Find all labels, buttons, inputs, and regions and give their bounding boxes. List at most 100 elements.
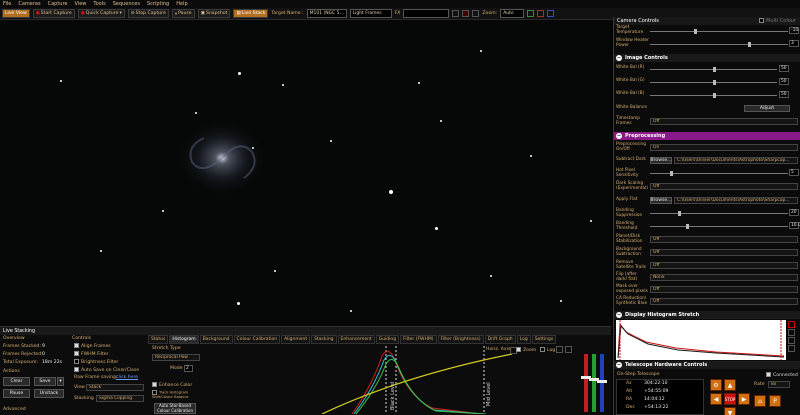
- collapse-icon[interactable]: −: [616, 55, 622, 61]
- menu-tools[interactable]: Tools: [93, 1, 105, 7]
- menu-help[interactable]: Help: [176, 1, 187, 7]
- stretch-type-select[interactable]: Reciprocal Pow: [152, 354, 200, 361]
- preprocessing-header[interactable]: − Preprocessing: [614, 132, 800, 140]
- view-select[interactable]: Stack: [86, 384, 144, 391]
- close-icon[interactable]: [788, 321, 795, 328]
- target-name-input[interactable]: M101 (NGC 5…: [306, 9, 347, 18]
- zoom-select[interactable]: Auto: [500, 9, 525, 18]
- planet-disk-select[interactable]: Off: [650, 236, 798, 243]
- white-bal-b-slider[interactable]: [650, 93, 777, 98]
- browse-dark-button[interactable]: Browse...: [650, 157, 672, 164]
- white-bal-b-field[interactable]: 50: [779, 91, 789, 98]
- live-view-button[interactable]: Live View: [2, 9, 30, 18]
- hot-pixel-field[interactable]: 5: [789, 169, 799, 176]
- unstack-button[interactable]: Unstack: [34, 389, 64, 398]
- slider-thumb[interactable]: [713, 93, 716, 98]
- arrow-down-icon[interactable]: ▼: [724, 407, 736, 415]
- flip-select[interactable]: None: [650, 274, 798, 281]
- quick-capture-button[interactable]: ● Quick Capture ▾: [77, 9, 125, 18]
- remove-satellite-select[interactable]: Off: [650, 262, 798, 269]
- settings-icon[interactable]: ⚙: [710, 379, 722, 391]
- pause-stack-button[interactable]: Pause: [3, 389, 30, 398]
- pin-icon[interactable]: [547, 10, 555, 17]
- tab-background[interactable]: Background: [199, 335, 233, 344]
- preproc-onoff-select[interactable]: On: [650, 144, 798, 151]
- window-heater-field[interactable]: 3: [789, 40, 799, 47]
- menu-view[interactable]: View: [75, 1, 87, 7]
- camera-controls-header[interactable]: Camera Controls Multi Colour: [614, 17, 800, 25]
- park-icon[interactable]: P: [769, 395, 781, 407]
- slider-thumb[interactable]: [713, 80, 716, 85]
- home-icon[interactable]: ⌂: [754, 395, 766, 407]
- slider-thumb[interactable]: [597, 380, 607, 383]
- tab-colour-calibration[interactable]: Colour Calibration: [233, 335, 281, 344]
- timestamp-frames-select[interactable]: Off: [650, 118, 798, 125]
- tab-histogram[interactable]: Histogram: [169, 335, 199, 344]
- record-small-icon[interactable]: [537, 10, 545, 17]
- record-box-icon[interactable]: [462, 10, 470, 17]
- ca-reduction-select[interactable]: Off: [650, 298, 798, 305]
- collapse-icon[interactable]: −: [616, 312, 622, 318]
- brightness-filter-checkbox[interactable]: Brightness Filter: [74, 359, 118, 365]
- stop-button[interactable]: STOP: [724, 393, 736, 405]
- clear-button[interactable]: Clear: [3, 377, 30, 386]
- tab-enhancement[interactable]: Enhancement: [337, 335, 375, 344]
- multi-colour-checkbox[interactable]: Multi Colour: [759, 18, 796, 24]
- hot-pixel-slider[interactable]: [650, 171, 788, 176]
- banding-threshold-field[interactable]: 10.0: [789, 222, 800, 229]
- zoom-checkbox[interactable]: Zoom: [516, 347, 536, 353]
- tab-guiding[interactable]: Guiding: [375, 335, 400, 344]
- arrow-left-icon[interactable]: ◀: [710, 393, 722, 405]
- slider-thumb[interactable]: [694, 29, 697, 34]
- auto-star-colour-calibration-button[interactable]: Auto Star-Based Colour Calibration: [154, 403, 196, 414]
- undo-icon[interactable]: [556, 346, 563, 353]
- start-capture-button[interactable]: ● Start Capture: [32, 9, 75, 18]
- slider-thumb[interactable]: [713, 67, 716, 72]
- slider-thumb[interactable]: [748, 42, 751, 47]
- frame-icon[interactable]: [452, 10, 460, 17]
- banding-suppression-slider[interactable]: [650, 211, 788, 216]
- slider-thumb[interactable]: [670, 171, 673, 176]
- rate-select[interactable]: 8x: [768, 381, 790, 388]
- tab-settings[interactable]: Settings: [531, 335, 557, 344]
- log-checkbox[interactable]: Log: [540, 347, 555, 353]
- display-histogram-header[interactable]: − Display Histogram Stretch: [614, 311, 800, 319]
- dark-scaling-select[interactable]: Off: [650, 183, 798, 190]
- tab-status[interactable]: Status: [148, 335, 169, 344]
- menu-file[interactable]: File: [3, 1, 11, 7]
- dark-file-select[interactable]: C:\Users\Olivier\Documents\Astrophoto\Sh…: [674, 157, 798, 164]
- live-stack-button[interactable]: ▤ Live Stack: [233, 9, 269, 18]
- stop-capture-button[interactable]: ⊘ Stop Capture: [127, 9, 169, 18]
- image-view[interactable]: [0, 20, 611, 325]
- save-button[interactable]: Save: [34, 377, 56, 386]
- menu-scripting[interactable]: Scripting: [147, 1, 169, 7]
- collapse-icon[interactable]: −: [616, 362, 622, 368]
- histogram-icon[interactable]: [527, 10, 535, 17]
- lightning-icon[interactable]: [788, 345, 795, 352]
- click-here-link[interactable]: click here: [116, 375, 138, 380]
- banding-suppression-field[interactable]: 20: [789, 209, 799, 216]
- tab-filter-fwhm[interactable]: Filter (FWHM): [400, 335, 437, 344]
- tab-filter-brightness[interactable]: Filter (Brightness): [437, 335, 484, 344]
- mode-field[interactable]: 2: [184, 365, 193, 372]
- zoom-icon[interactable]: [788, 337, 795, 344]
- refresh-icon[interactable]: [788, 329, 795, 336]
- align-frames-checkbox[interactable]: Align Frames: [74, 343, 111, 349]
- flat-file-select[interactable]: C:\Users\Olivier\Documents\Astrophoto\Sh…: [674, 197, 798, 204]
- auto-save-checkbox[interactable]: Auto Save on Clear/Close: [74, 367, 139, 373]
- image-controls-header[interactable]: − Image Controls: [614, 54, 800, 62]
- adjust-button[interactable]: Adjust: [744, 105, 790, 112]
- target-temperature-field[interactable]: -10.0: [789, 27, 800, 34]
- mask-select[interactable]: Off: [650, 286, 798, 293]
- grid-icon[interactable]: [472, 10, 480, 17]
- telescope-controls-header[interactable]: − Telescope Hardware Controls: [614, 361, 800, 369]
- stack-histogram-graph[interactable]: Black Level Mid Level: [202, 346, 610, 414]
- tab-alignment[interactable]: Alignment: [281, 335, 311, 344]
- menu-capture[interactable]: Capture: [48, 1, 68, 7]
- display-histogram-graph[interactable]: [616, 320, 786, 360]
- white-bal-g-field[interactable]: 50: [779, 78, 789, 85]
- pause-button[interactable]: ⏸ Pause: [171, 9, 195, 18]
- browse-flat-button[interactable]: Browse...: [650, 197, 672, 204]
- track-histogram-checkbox[interactable]: Track Histogram Shift/Colour Balance: [152, 390, 198, 399]
- snapshot-button[interactable]: ▣ Snapshot: [197, 9, 231, 18]
